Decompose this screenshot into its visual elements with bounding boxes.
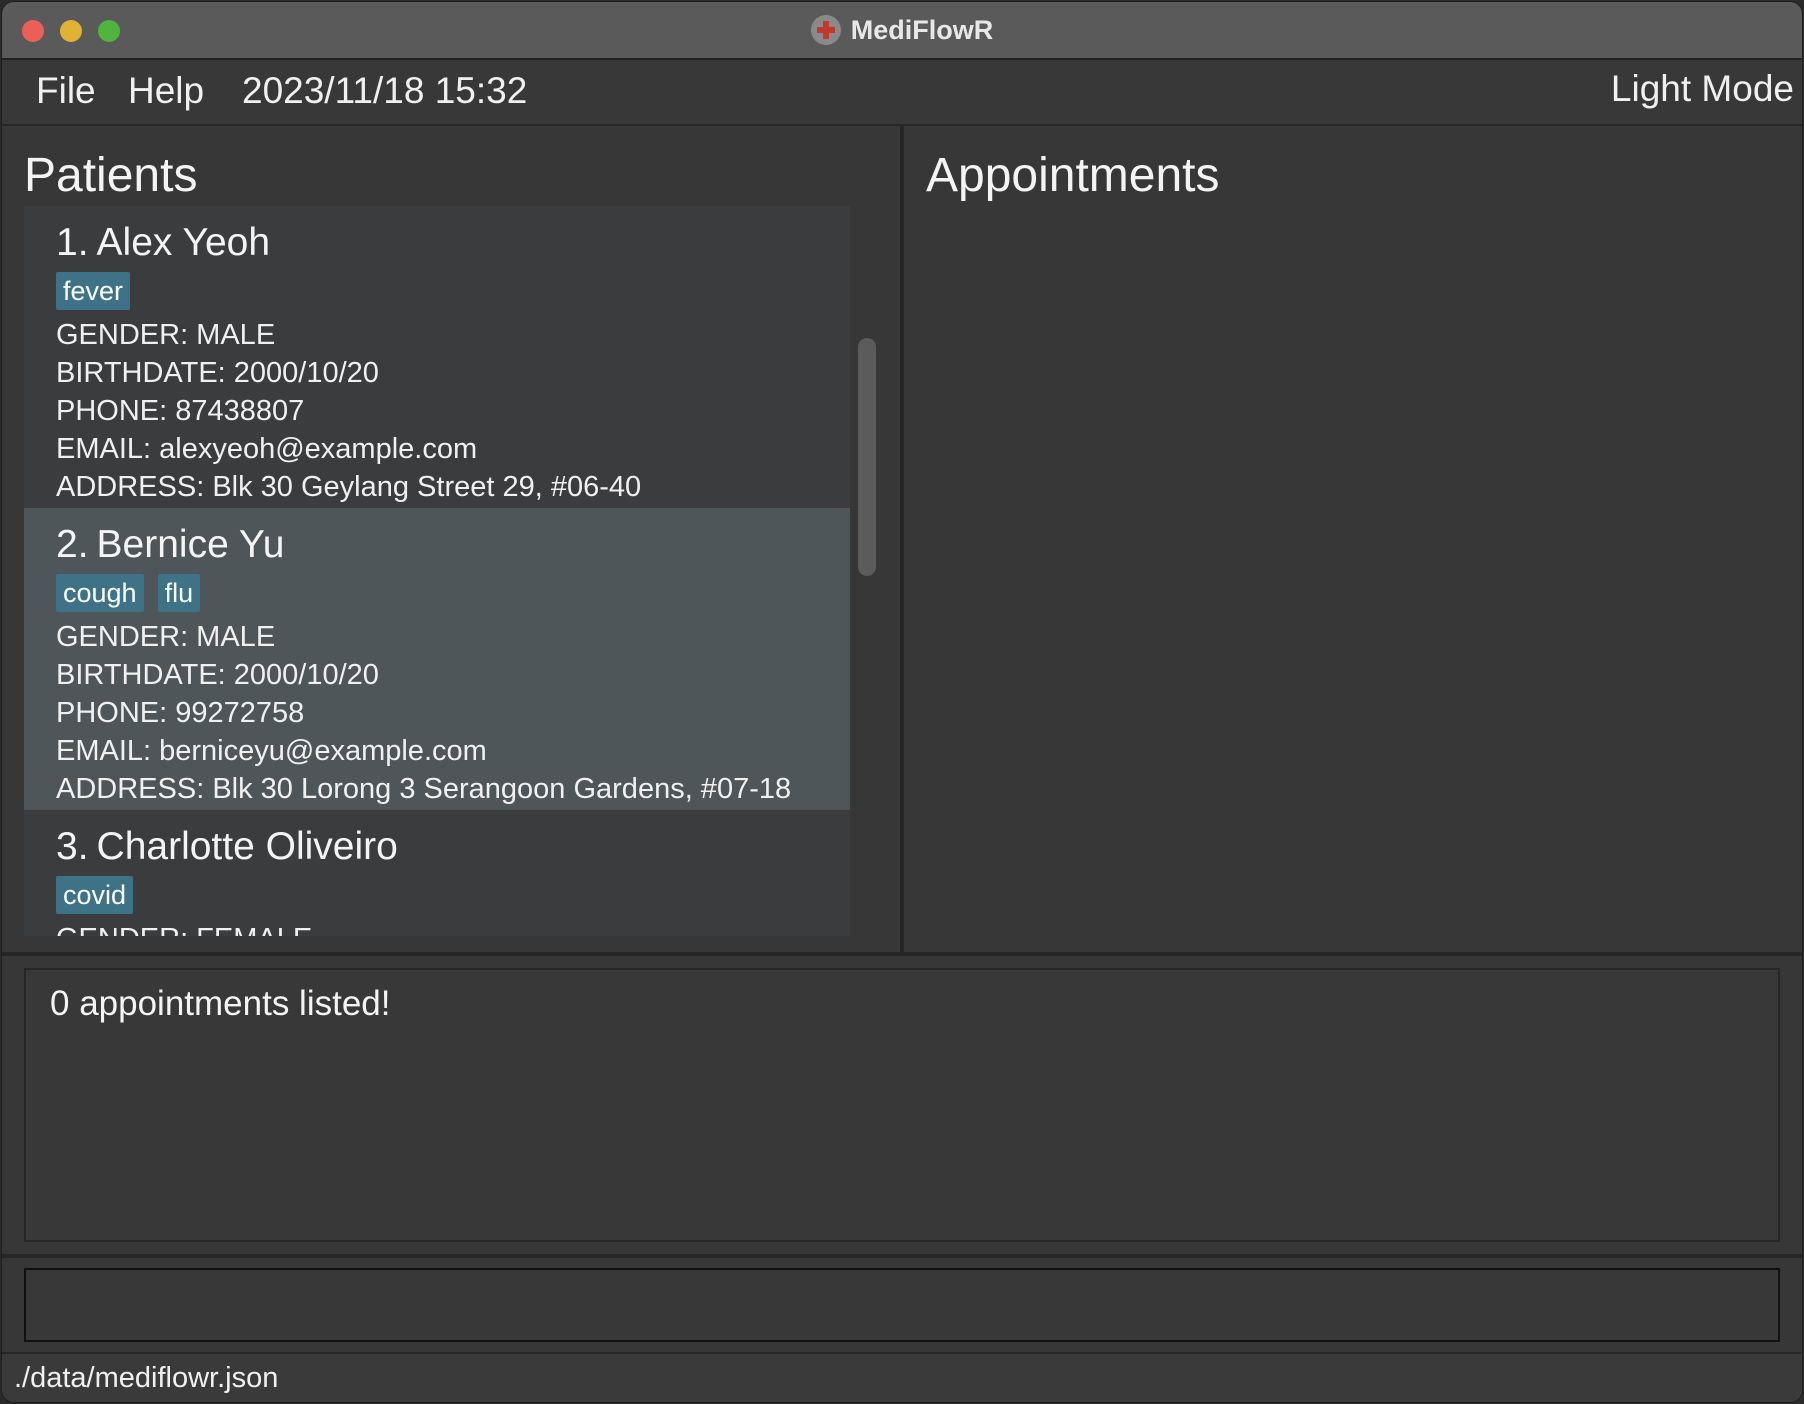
- menu-help[interactable]: Help: [128, 70, 204, 112]
- patient-list[interactable]: 1. Alex Yeoh fever GENDER: MALE BIRTHDATE: 2…: [24, 206, 850, 936]
- patient-index: 3.: [56, 825, 89, 868]
- appointments-panel: Appointments: [904, 126, 1802, 952]
- patient-card[interactable]: 2. Bernice Yu cough flu GENDER: MALE BIRTHDAT…: [24, 508, 850, 810]
- patient-phone: PHONE: 87438807: [56, 395, 305, 427]
- section-divider: [2, 1254, 1802, 1258]
- result-message: 0 appointments listed!: [50, 984, 391, 1023]
- patient-tag: flu: [157, 574, 201, 612]
- app-window: MediFlowR File Help 2023/11/18 15:32 Lig…: [2, 2, 1802, 1402]
- light-mode-toggle[interactable]: Light Mode: [1611, 68, 1794, 110]
- patient-index: 1.: [56, 221, 89, 264]
- patient-gender: GENDER: FEMALE: [56, 920, 850, 936]
- patient-email: EMAIL: alexyeoh@example.com: [56, 433, 478, 465]
- patient-name-text: Alex Yeoh: [96, 221, 271, 264]
- patient-card[interactable]: 1. Alex Yeoh fever GENDER: MALE BIRTHDATE: 2…: [24, 206, 850, 508]
- patient-index: 2.: [56, 523, 89, 566]
- patient-name: 1. Alex Yeoh: [56, 218, 850, 268]
- status-bar: ./data/mediflowr.json: [2, 1352, 1802, 1402]
- window-title: MediFlowR: [850, 14, 994, 45]
- patient-tag: fever: [56, 272, 131, 310]
- patient-gender: GENDER: MALE: [56, 621, 276, 653]
- patient-address: ADDRESS: Blk 30 Geylang Street 29, #06-4…: [56, 471, 642, 503]
- patient-tags: covid: [56, 876, 850, 920]
- current-datetime: 2023/11/18 15:32: [242, 70, 528, 111]
- section-divider: [2, 952, 1802, 956]
- data-file-path: ./data/mediflowr.json: [14, 1362, 279, 1394]
- window-title-group: MediFlowR: [2, 2, 1802, 58]
- patient-name: 3. Charlotte Oliveiro: [56, 822, 850, 872]
- patient-tag: cough: [56, 574, 144, 612]
- title-bar: MediFlowR: [2, 2, 1802, 60]
- patient-name: 2. Bernice Yu: [56, 520, 850, 570]
- patient-name-text: Bernice Yu: [96, 523, 285, 566]
- patient-tags: fever: [56, 272, 850, 316]
- patients-panel: Patients 1. Alex Yeoh fever GENDER: MALE BIR…: [2, 126, 900, 952]
- patient-name-text: Charlotte Oliveiro: [96, 825, 398, 868]
- patient-email: EMAIL: berniceyu@example.com: [56, 735, 487, 767]
- app-logo-icon: [810, 15, 841, 45]
- patient-birthdate: BIRTHDATE: 2000/10/20: [56, 357, 379, 389]
- result-display: 0 appointments listed!: [24, 968, 1780, 1242]
- patient-birthdate: BIRTHDATE: 2000/10/20: [56, 659, 379, 691]
- menu-bar: File Help 2023/11/18 15:32 Light Mode: [2, 60, 1802, 126]
- patient-phone: PHONE: 99272758: [56, 697, 305, 729]
- patients-title: Patients: [24, 149, 198, 202]
- menu-file[interactable]: File: [36, 70, 96, 112]
- patient-card[interactable]: 3.Charlotte Oliveiro covid GENDER: FEMALE: [24, 810, 850, 936]
- appointments-title: Appointments: [926, 149, 1220, 202]
- command-input[interactable]: [26, 1270, 1778, 1340]
- patient-tag: covid: [56, 876, 134, 914]
- patient-list-scrollbar[interactable]: [858, 338, 876, 576]
- patient-tags: cough flu: [56, 574, 850, 618]
- patient-address: ADDRESS: Blk 30 Lorong 3 Serangoon Garde…: [56, 773, 792, 805]
- patient-gender: GENDER: MALE: [56, 319, 276, 351]
- command-box[interactable]: [24, 1268, 1780, 1342]
